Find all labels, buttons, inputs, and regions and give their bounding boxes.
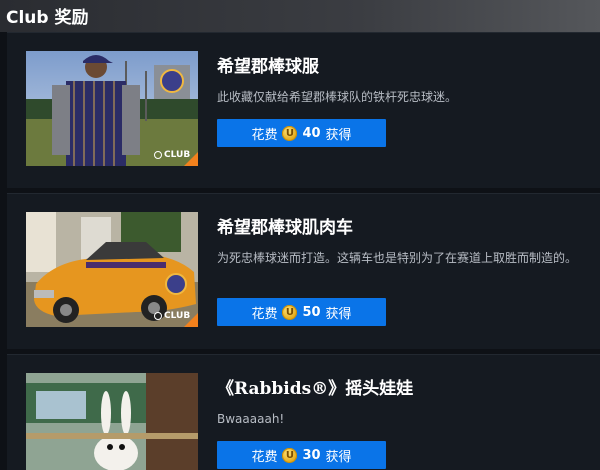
reward-description: 为死忠棒球迷而打造。这辆车也是特别为了在赛道上取胜而制造的。 <box>217 251 578 265</box>
reward-thumbnail[interactable] <box>26 373 198 470</box>
reward-title: 希望郡棒球服 <box>217 57 319 77</box>
reward-card-rabbids-bobblehead: 《Rabbids®》摇头娃娃 Bwaaaaah! 花费 U 30 获得 <box>7 354 600 470</box>
button-suffix: 获得 <box>325 449 352 465</box>
club-logo-icon <box>154 151 162 159</box>
price-value: 30 <box>302 447 321 463</box>
reward-thumbnail[interactable]: CLUB <box>26 51 198 166</box>
rabbid-bobblehead-image <box>26 373 198 470</box>
reward-thumbnail[interactable]: CLUB <box>26 212 198 327</box>
units-coin-icon: U <box>282 447 298 463</box>
units-coin-icon: U <box>282 125 298 141</box>
baseball-uniform-image <box>26 51 198 166</box>
price-value: 40 <box>302 125 321 141</box>
redeem-button[interactable]: 花费 U 30 获得 <box>217 441 386 469</box>
button-prefix: 花费 <box>251 449 278 465</box>
page-header: Club 奖励 <box>0 0 600 32</box>
corner-flag-icon <box>184 313 198 327</box>
price-value: 50 <box>302 304 321 320</box>
redeem-button[interactable]: 花费 U 50 获得 <box>217 298 386 326</box>
reward-description: 此收藏仅献给希望郡棒球队的铁杆死忠球迷。 <box>217 90 458 104</box>
redeem-button[interactable]: 花费 U 40 获得 <box>217 119 386 147</box>
corner-flag-icon <box>184 152 198 166</box>
club-logo-icon <box>154 312 162 320</box>
reward-description: Bwaaaaah! <box>217 412 285 426</box>
button-prefix: 花费 <box>251 127 278 143</box>
button-suffix: 获得 <box>325 127 352 143</box>
reward-title: 希望郡棒球肌肉车 <box>217 218 353 238</box>
muscle-car-image <box>26 212 198 327</box>
units-coin-icon: U <box>282 304 298 320</box>
button-suffix: 获得 <box>325 306 352 322</box>
reward-card-muscle-car: CLUB 希望郡棒球肌肉车 为死忠棒球迷而打造。这辆车也是特别为了在赛道上取胜而… <box>7 193 600 349</box>
button-prefix: 花费 <box>251 306 278 322</box>
reward-card-baseball-uniform: CLUB 希望郡棒球服 此收藏仅献给希望郡棒球队的铁杆死忠球迷。 花费 U 40… <box>7 32 600 188</box>
reward-title: 《Rabbids®》摇头娃娃 <box>217 379 414 399</box>
page-title: Club 奖励 <box>6 8 89 28</box>
